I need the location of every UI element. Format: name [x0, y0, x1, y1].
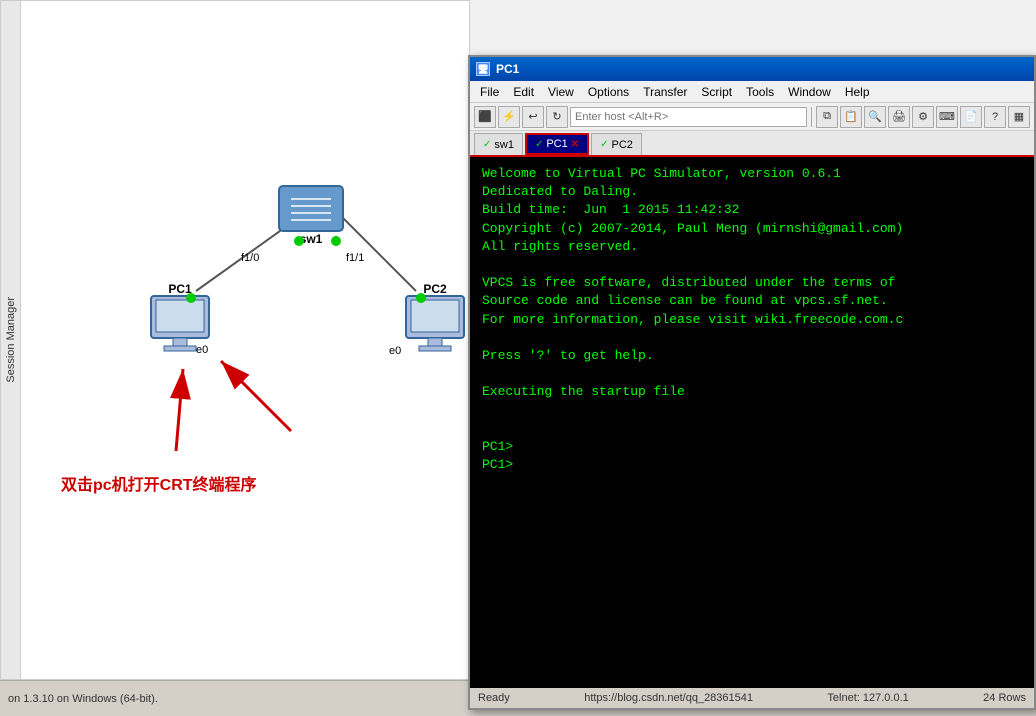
toolbar: ⬛ ⚡ ↩ ↻ ⧉ 📋 🔍 🖨 ⚙ ⌨ 📄 ? ▦ — [470, 103, 1034, 131]
session-manager-label: Session Manager — [5, 297, 17, 383]
terminal-line-9: Press '?' to get help. — [482, 347, 1022, 365]
address-bar[interactable] — [570, 107, 807, 127]
terminal-blank-5 — [482, 420, 1022, 438]
toolbar-btn-copy[interactable]: ⧉ — [816, 106, 838, 128]
terminal-line-3: Build time: Jun 1 2015 11:42:32 — [482, 201, 1022, 219]
toolbar-btn-flash[interactable]: ⚡ — [498, 106, 520, 128]
toolbar-btn-settings[interactable]: ⚙ — [912, 106, 934, 128]
tab-pc1[interactable]: ✓ PC1 ✕ — [525, 133, 589, 155]
crt-status-bar: Ready https://blog.csdn.net/qq_28361541 … — [470, 688, 1034, 708]
terminal-blank-4 — [482, 401, 1022, 419]
toolbar-btn-refresh[interactable]: ↻ — [546, 106, 568, 128]
tab-bar: ✓ sw1 ✓ PC1 ✕ ✓ PC2 — [470, 131, 1034, 157]
menu-transfer[interactable]: Transfer — [637, 83, 693, 101]
bottom-status-text: on 1.3.10 on Windows (64-bit). — [8, 693, 158, 705]
terminal-line-12: PC1> — [482, 456, 1022, 474]
menu-script[interactable]: Script — [695, 83, 738, 101]
toolbar-btn-log[interactable]: 📄 — [960, 106, 982, 128]
toolbar-btn-extra[interactable]: ▦ — [1008, 106, 1030, 128]
menu-tools[interactable]: Tools — [740, 83, 780, 101]
title-icon-symbol: 🖥 — [477, 64, 488, 75]
toolbar-btn-paste[interactable]: 📋 — [840, 106, 862, 128]
tab-sw1-check: ✓ — [483, 139, 491, 150]
toolbar-btn-find[interactable]: 🔍 — [864, 106, 886, 128]
toolbar-sep1 — [811, 107, 812, 127]
status-ready: Ready — [478, 692, 510, 704]
tab-pc2-label: PC2 — [612, 139, 633, 151]
status-telnet: Telnet: 127.0.0.1 — [827, 692, 908, 704]
terminal-blank-3 — [482, 365, 1022, 383]
toolbar-btn-back[interactable]: ↩ — [522, 106, 544, 128]
terminal-blank-1 — [482, 256, 1022, 274]
session-manager-tab[interactable]: Session Manager — [1, 1, 21, 679]
left-panel: Session Manager sw1 f1/0 f1/1 — [0, 0, 470, 680]
terminal-blank-2 — [482, 329, 1022, 347]
e0-pc1-label: e0 — [196, 344, 208, 356]
terminal-line-7: Source code and license can be found at … — [482, 292, 1022, 310]
terminal-line-1: Welcome to Virtual PC Simulator, version… — [482, 165, 1022, 183]
title-bar: 🖥 PC1 — [470, 57, 1034, 81]
e0-pc2-label: e0 — [389, 345, 401, 357]
terminal-line-11: PC1> — [482, 438, 1022, 456]
toolbar-btn-keymap[interactable]: ⌨ — [936, 106, 958, 128]
status-url: https://blog.csdn.net/qq_28361541 — [584, 692, 753, 704]
menu-window[interactable]: Window — [782, 83, 837, 101]
menu-view[interactable]: View — [542, 83, 580, 101]
toolbar-btn-print[interactable]: 🖨 — [888, 106, 910, 128]
tab-pc1-close[interactable]: ✕ — [571, 139, 579, 150]
toolbar-btn-help[interactable]: ? — [984, 106, 1006, 128]
menu-bar: File Edit View Options Transfer Script T… — [470, 81, 1034, 103]
tab-pc1-label: PC1 — [546, 138, 567, 150]
tab-pc2-check: ✓ — [600, 139, 608, 150]
port-f10-label: f1/0 — [241, 252, 259, 264]
title-text: PC1 — [496, 62, 1028, 76]
menu-help[interactable]: Help — [839, 83, 876, 101]
terminal-line-10: Executing the startup file — [482, 383, 1022, 401]
crt-window: 🖥 PC1 File Edit View Options Transfer Sc… — [468, 55, 1036, 710]
terminal-area[interactable]: Welcome to Virtual PC Simulator, version… — [470, 157, 1034, 688]
menu-file[interactable]: File — [474, 83, 505, 101]
terminal-line-4: Copyright (c) 2007-2014, Paul Meng (mirn… — [482, 220, 1022, 238]
terminal-line-5: All rights reserved. — [482, 238, 1022, 256]
pc2-label: PC2 — [423, 282, 447, 296]
annotation-text: 双击pc机打开CRT终端程序 — [61, 471, 257, 495]
terminal-line-6: VPCS is free software, distributed under… — [482, 274, 1022, 292]
title-bar-icon: 🖥 — [476, 62, 490, 76]
port-f11-label: f1/1 — [346, 252, 364, 264]
tab-sw1[interactable]: ✓ sw1 — [474, 133, 523, 155]
tab-sw1-label: sw1 — [494, 139, 514, 151]
menu-options[interactable]: Options — [582, 83, 635, 101]
terminal-line-2: Dedicated to Daling. — [482, 183, 1022, 201]
tab-pc1-check: ✓ — [535, 139, 543, 150]
status-rows: 24 Rows — [983, 692, 1026, 704]
menu-edit[interactable]: Edit — [507, 83, 540, 101]
tab-pc2[interactable]: ✓ PC2 — [591, 133, 642, 155]
terminal-line-8: For more information, please visit wiki.… — [482, 311, 1022, 329]
toolbar-btn-connect[interactable]: ⬛ — [474, 106, 496, 128]
